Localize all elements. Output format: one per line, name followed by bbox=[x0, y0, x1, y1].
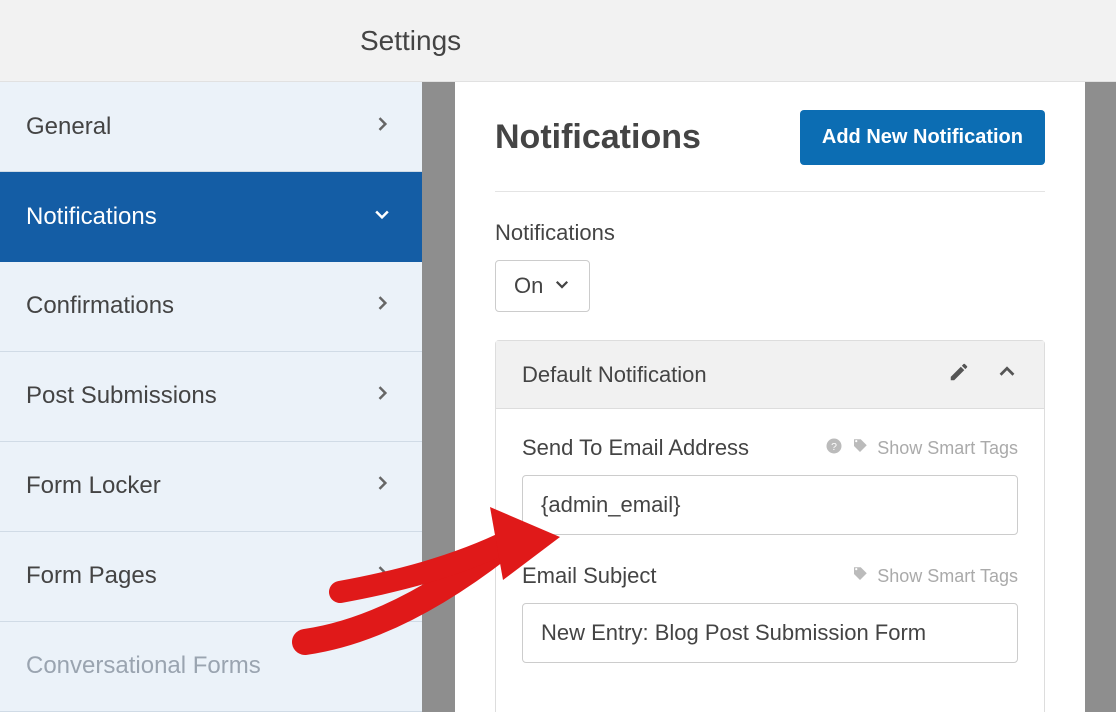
smart-tags-label: Show Smart Tags bbox=[877, 566, 1018, 587]
help-icon: ? bbox=[825, 437, 843, 460]
tag-icon bbox=[851, 565, 869, 588]
send-to-input[interactable] bbox=[522, 475, 1018, 535]
sidebar-item-conversational-forms[interactable]: Conversational Forms bbox=[0, 622, 422, 712]
content-heading: Notifications bbox=[495, 118, 701, 157]
sidebar-item-form-pages[interactable]: Form Pages bbox=[0, 532, 422, 622]
panel-title: Default Notification bbox=[522, 362, 707, 388]
edit-icon[interactable] bbox=[948, 361, 970, 388]
sidebar-item-label: Form Locker bbox=[26, 472, 161, 500]
sidebar-item-label: General bbox=[26, 113, 111, 141]
chevron-right-icon bbox=[372, 113, 392, 141]
chevron-right-icon bbox=[372, 382, 392, 410]
panel-header: Default Notification bbox=[496, 341, 1044, 409]
sidebar-item-form-locker[interactable]: Form Locker bbox=[0, 442, 422, 532]
email-subject-field: Email Subject Show Smart Tags bbox=[522, 563, 1018, 663]
sidebar-item-post-submissions[interactable]: Post Submissions bbox=[0, 352, 422, 442]
content-header: Notifications Add New Notification bbox=[495, 110, 1045, 192]
sidebar-item-label: Confirmations bbox=[26, 292, 174, 320]
notifications-toggle-label: Notifications bbox=[495, 220, 1045, 246]
subject-input[interactable] bbox=[522, 603, 1018, 663]
send-to-label: Send To Email Address bbox=[522, 435, 749, 461]
chevron-down-icon bbox=[372, 203, 392, 231]
send-to-field: Send To Email Address ? Show Smart Tags bbox=[522, 435, 1018, 535]
chevron-right-icon bbox=[372, 292, 392, 320]
toggle-value: On bbox=[514, 273, 543, 299]
notifications-toggle-select[interactable]: On bbox=[495, 260, 590, 312]
chevron-down-icon bbox=[553, 273, 571, 299]
smart-tags-label: Show Smart Tags bbox=[877, 438, 1018, 459]
page-section-title: Settings bbox=[360, 25, 461, 57]
sidebar-item-notifications[interactable]: Notifications bbox=[0, 172, 422, 262]
right-gutter bbox=[1085, 82, 1116, 712]
default-notification-panel: Default Notification Send To Email Addre… bbox=[495, 340, 1045, 712]
panel-actions bbox=[948, 361, 1018, 388]
chevron-up-icon[interactable] bbox=[996, 361, 1018, 388]
sidebar-item-label: Conversational Forms bbox=[26, 652, 261, 680]
settings-sidebar: General Notifications Confirmations Post… bbox=[0, 82, 422, 712]
chevron-right-icon bbox=[372, 472, 392, 500]
subject-label: Email Subject bbox=[522, 563, 657, 589]
content-pane: Notifications Add New Notification Notif… bbox=[455, 82, 1085, 712]
top-bar: Settings bbox=[0, 0, 1116, 82]
send-to-smart-tags[interactable]: ? Show Smart Tags bbox=[825, 437, 1018, 460]
left-gutter bbox=[422, 82, 455, 712]
svg-text:?: ? bbox=[831, 440, 837, 452]
sidebar-item-confirmations[interactable]: Confirmations bbox=[0, 262, 422, 352]
sidebar-item-label: Notifications bbox=[26, 203, 157, 231]
sidebar-item-label: Post Submissions bbox=[26, 382, 217, 410]
panel-body: Send To Email Address ? Show Smart Tags bbox=[496, 409, 1044, 712]
chevron-right-icon bbox=[372, 562, 392, 590]
subject-smart-tags[interactable]: Show Smart Tags bbox=[851, 565, 1018, 588]
main-area: General Notifications Confirmations Post… bbox=[0, 82, 1116, 712]
tag-icon bbox=[851, 437, 869, 460]
sidebar-item-label: Form Pages bbox=[26, 562, 157, 590]
add-notification-button[interactable]: Add New Notification bbox=[800, 110, 1045, 165]
sidebar-item-general[interactable]: General bbox=[0, 82, 422, 172]
